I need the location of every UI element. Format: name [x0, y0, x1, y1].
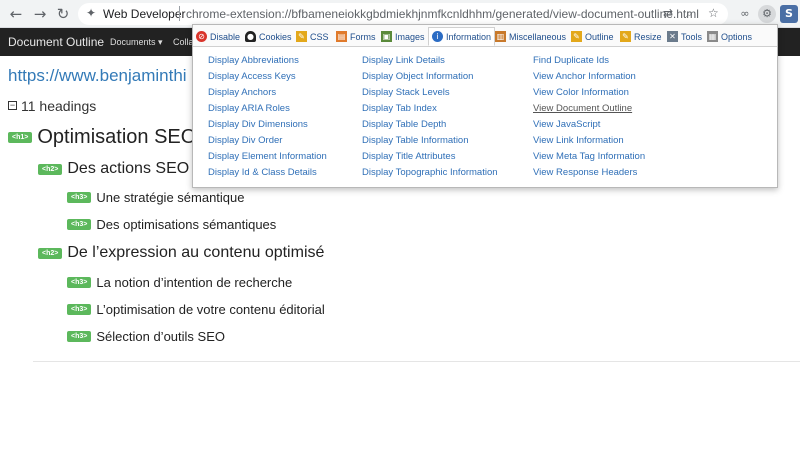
heading-level-badge: <h2> — [38, 163, 63, 175]
heading-level-badge: <h3> — [67, 192, 92, 203]
menu-item-view-document-outline[interactable]: View Document Outline — [533, 103, 632, 114]
omnibox-url[interactable]: chrome-extension://bfbameneiokkgbdmiekhj… — [186, 7, 699, 21]
navbar-brand[interactable]: Document Outline — [8, 35, 104, 49]
options-icon: ▦ — [707, 31, 718, 42]
heading-level-badge: <h3> — [67, 331, 92, 342]
menu-item[interactable]: Display Abbreviations — [208, 55, 299, 66]
menu-item[interactable]: Display Title Attributes — [362, 151, 455, 162]
web-developer-tabs: ⊘ Disable ● Cookies ✎ CSS ▤ Forms ▣ Images iI… — [193, 25, 777, 47]
tab-outline[interactable]: ✎ Outline — [571, 27, 614, 46]
divider — [33, 361, 800, 362]
tab-forms[interactable]: ▤ Forms — [336, 27, 376, 46]
menu-item[interactable]: Display Element Information — [208, 151, 327, 162]
heading-level-badge: <h3> — [67, 219, 92, 230]
tab-resize[interactable]: ✎ Resize — [620, 27, 662, 46]
outline-h2: <h2> Des actions SEO — [38, 160, 189, 178]
menu-item[interactable]: Display Access Keys — [208, 71, 296, 82]
forward-arrow-icon[interactable]: → — [30, 4, 50, 24]
tab-miscellaneous[interactable]: ▥ Miscellaneous — [495, 27, 566, 46]
tab-images[interactable]: ▣ Images — [381, 27, 425, 46]
tab-information[interactable]: i Information — [428, 27, 496, 46]
heading-text: Des optimisations sémantiques — [96, 217, 277, 232]
heading-text: Une stratégie sémantique — [96, 190, 245, 205]
outline-h3: <h3> La notion d’intention de recherche — [67, 275, 292, 290]
menu-item[interactable]: Display Object Information — [362, 71, 473, 82]
web-developer-popup: ⊘ Disable ● Cookies ✎ CSS ▤ Forms ▣ Images iI… — [192, 24, 778, 188]
cookies-icon: ● — [245, 31, 256, 42]
back-arrow-icon[interactable]: ← — [6, 4, 26, 24]
menu-item[interactable]: Find Duplicate Ids — [533, 55, 609, 66]
miscellaneous-icon: ▥ — [495, 31, 506, 42]
translate-icon[interactable]: ⇄ — [663, 6, 673, 20]
reload-icon[interactable]: ↻ — [53, 4, 73, 24]
menu-item[interactable]: Display Div Order — [208, 135, 282, 146]
heading-text: Sélection d’outils SEO — [96, 329, 225, 344]
forms-icon: ▤ — [336, 31, 347, 42]
link-extension-icon[interactable]: ∞ — [736, 5, 754, 23]
tab-tools[interactable]: ✕ Tools — [667, 27, 702, 46]
page-url-link[interactable]: https://www.benjaminthi — [8, 66, 187, 86]
omnibox[interactable]: ✦ Web Developer chrome-extension://bfbam… — [78, 3, 728, 25]
s-extension-icon[interactable]: S — [780, 5, 798, 23]
outline-h3: <h3> Sélection d’outils SEO — [67, 329, 225, 344]
outline-h1: <h1> Optimisation SEO — [8, 126, 196, 149]
menu-item[interactable]: View Anchor Information — [533, 71, 636, 82]
menu-documents[interactable]: Documents ▾ — [110, 37, 163, 48]
tools-icon: ✕ — [667, 31, 678, 42]
outline-h2: <h2> De l’expression au contenu optimisé — [38, 244, 324, 262]
menu-item[interactable]: Display Table Depth — [362, 119, 446, 130]
information-icon: i — [432, 31, 443, 42]
menu-item[interactable]: View Meta Tag Information — [533, 151, 645, 162]
menu-item[interactable]: Display Table Information — [362, 135, 469, 146]
tab-cookies[interactable]: ● Cookies — [245, 27, 292, 46]
heading-text: L’optimisation de votre contenu éditoria… — [96, 302, 325, 317]
outline-h3: <h3> L’optimisation de votre contenu édi… — [67, 302, 325, 317]
disable-icon: ⊘ — [196, 31, 207, 42]
zoom-icon[interactable]: ⌕ — [686, 6, 693, 21]
menu-item[interactable]: View Response Headers — [533, 167, 637, 178]
heading-level-badge: <h1> — [8, 132, 33, 143]
headings-count: 11 headings — [21, 98, 97, 114]
menu-item[interactable]: View Link Information — [533, 135, 624, 146]
collapse-toggle-icon[interactable]: − — [8, 101, 17, 110]
tab-disable[interactable]: ⊘ Disable — [196, 27, 240, 46]
heading-text: La notion d’intention de recherche — [96, 275, 293, 290]
outline-h3: <h3> Des optimisations sémantiques — [67, 217, 276, 232]
menu-item[interactable]: Display Anchors — [208, 87, 276, 98]
css-pencil-icon: ✎ — [296, 31, 307, 42]
heading-text: Optimisation SEO — [37, 126, 197, 148]
menu-item[interactable]: Display ARIA Roles — [208, 103, 290, 114]
outline-h3: <h3> Une stratégie sémantique — [67, 190, 245, 205]
tab-css[interactable]: ✎ CSS — [296, 27, 329, 46]
extension-puzzle-icon: ✦ — [86, 6, 97, 20]
menu-item[interactable]: Display Stack Levels — [362, 87, 450, 98]
heading-level-badge: <h2> — [38, 247, 63, 259]
menu-item[interactable]: Display Tab Index — [362, 103, 437, 114]
menu-collapse[interactable]: Colla — [173, 37, 194, 47]
omnibox-separator — [179, 6, 180, 21]
web-developer-extension-icon[interactable]: ⚙ — [758, 5, 776, 23]
heading-level-badge: <h3> — [67, 304, 92, 315]
menu-item[interactable]: Display Topographic Information — [362, 167, 498, 178]
heading-text: Des actions SEO — [67, 160, 190, 177]
images-icon: ▣ — [381, 31, 392, 42]
heading-level-badge: <h3> — [67, 277, 92, 288]
omnibox-origin: Web Developer — [103, 7, 186, 21]
menu-item[interactable]: View Color Information — [533, 87, 629, 98]
outline-pencil-icon: ✎ — [571, 31, 582, 42]
resize-icon: ✎ — [620, 31, 631, 42]
menu-item[interactable]: Display Div Dimensions — [208, 119, 308, 130]
tab-options[interactable]: ▦ Options — [707, 27, 752, 46]
menu-item[interactable]: Display Link Details — [362, 55, 445, 66]
menu-item[interactable]: Display Id & Class Details — [208, 167, 317, 178]
bookmark-star-icon[interactable]: ☆ — [708, 6, 719, 20]
heading-text: De l’expression au contenu optimisé — [67, 244, 325, 261]
menu-item[interactable]: View JavaScript — [533, 119, 600, 130]
